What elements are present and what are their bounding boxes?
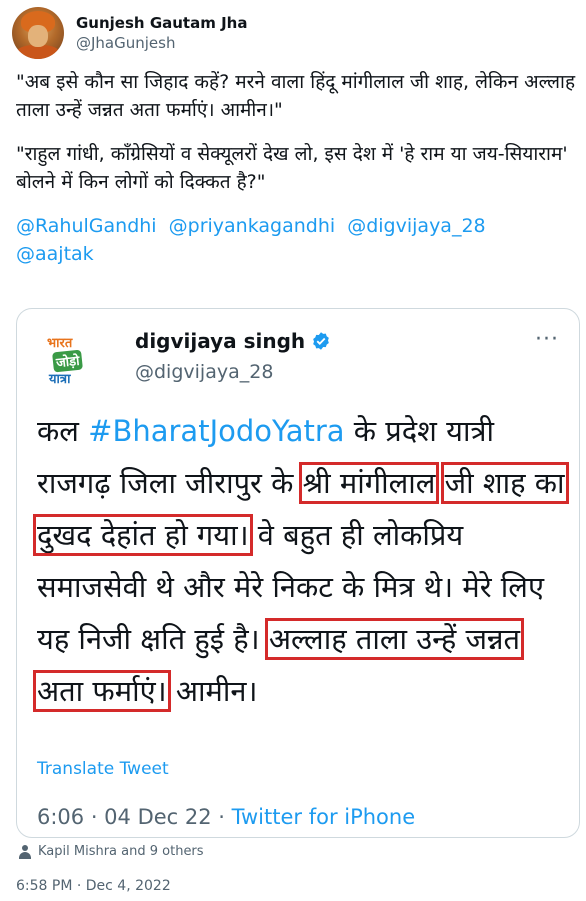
more-options-icon[interactable]: ··· bbox=[535, 327, 559, 352]
tweet-paragraph-1: "अब इसे कौन सा जिहाद कहें? मरने वाला हिं… bbox=[16, 71, 576, 121]
author-handle[interactable]: @JhaGunjesh bbox=[76, 33, 247, 53]
logo-line: भारत bbox=[47, 336, 73, 351]
logo-line: यात्रा bbox=[49, 372, 71, 387]
mention-link[interactable]: @digvijaya_28 bbox=[347, 215, 485, 237]
quoted-text-part: आमीन। bbox=[166, 674, 258, 708]
quoted-time-date: 6:06 · 04 Dec 22 · bbox=[37, 805, 232, 829]
person-icon bbox=[18, 844, 32, 859]
quoted-text-part bbox=[435, 466, 444, 500]
highlighted-text: श्री मांगीलाल bbox=[298, 462, 440, 504]
quoted-author-handle[interactable]: @digvijaya_28 bbox=[135, 361, 273, 383]
mention-link[interactable]: @aajtak bbox=[16, 243, 94, 265]
verified-badge-icon bbox=[313, 332, 330, 350]
tweet-mentions: @RahulGandhi @priyankagandhi @digvijaya_… bbox=[16, 212, 576, 268]
user-info: Gunjesh Gautam Jha @JhaGunjesh bbox=[76, 13, 247, 53]
quoted-tweet-meta: 6:06 · 04 Dec 22 · Twitter for iPhone bbox=[37, 805, 415, 829]
mention-link[interactable]: @priyankagandhi bbox=[169, 215, 336, 237]
author-name[interactable]: Gunjesh Gautam Jha bbox=[76, 13, 247, 33]
hashtag-link[interactable]: #BharatJodoYatra bbox=[88, 414, 344, 448]
tweet-header: Gunjesh Gautam Jha @JhaGunjesh bbox=[12, 6, 247, 60]
liked-by-text: Kapil Mishra and 9 others bbox=[38, 844, 204, 859]
liked-by-row[interactable]: Kapil Mishra and 9 others bbox=[18, 844, 204, 859]
quoted-tweet-card[interactable]: भारत जोड़ो यात्रा digvijaya singh @digvi… bbox=[16, 308, 580, 838]
quoted-author: digvijaya singh bbox=[135, 329, 331, 353]
quoted-author-name[interactable]: digvijaya singh bbox=[135, 329, 305, 353]
quoted-text-part: कल bbox=[37, 414, 89, 448]
mention-link[interactable]: @RahulGandhi bbox=[16, 215, 157, 237]
bharat-jodo-yatra-logo: भारत जोड़ो यात्रा bbox=[39, 331, 99, 393]
quoted-tweet-text: कल #BharatJodoYatra के प्रदेश यात्री राज… bbox=[32, 405, 569, 717]
translate-tweet-link[interactable]: Translate Tweet bbox=[37, 759, 169, 779]
tweet-body: "अब इसे कौन सा जिहाद कहें? मरने वाला हिं… bbox=[16, 68, 576, 284]
tweet-timestamp[interactable]: 6:58 PM · Dec 4, 2022 bbox=[16, 878, 171, 894]
tweet-source-link[interactable]: Twitter for iPhone bbox=[232, 805, 416, 829]
tweet-paragraph-2: "राहुल गांधी, कॉंग्रेसियों व सेक्यूलरों … bbox=[16, 143, 568, 193]
avatar[interactable] bbox=[12, 7, 64, 59]
